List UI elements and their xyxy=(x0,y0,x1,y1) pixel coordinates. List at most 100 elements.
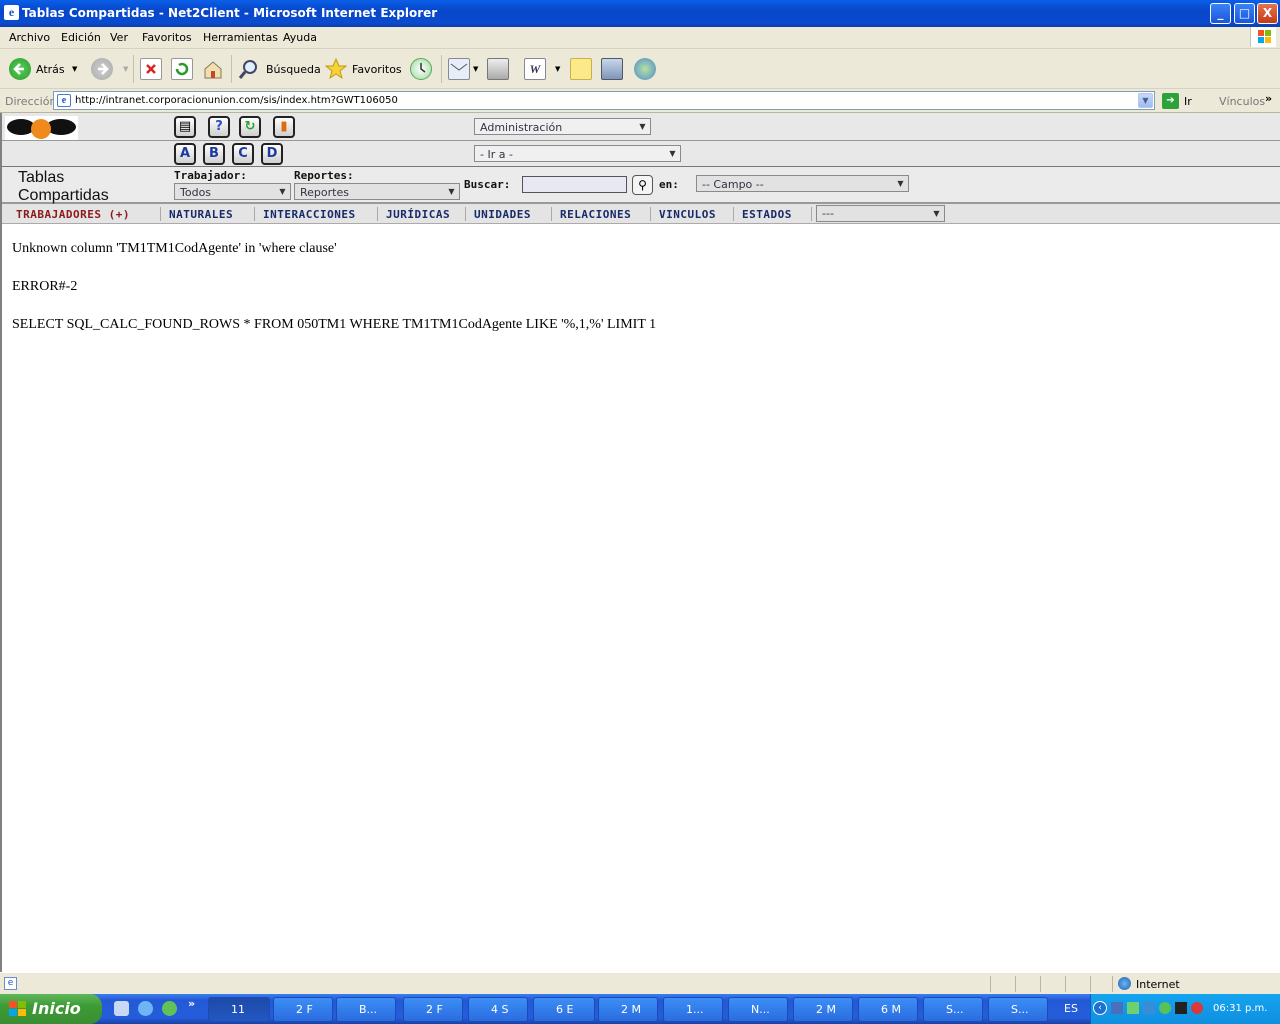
app-header-row3: Tablas Compartidas Trabajador: Todos ▼ Re… xyxy=(2,167,1280,204)
messenger-icon[interactable] xyxy=(634,58,656,80)
maximize-button[interactable]: □ xyxy=(1234,3,1255,24)
note-icon[interactable] xyxy=(570,58,592,80)
task-firefox-group[interactable]: 2 F xyxy=(273,997,333,1022)
security-icon[interactable] xyxy=(1191,1002,1203,1014)
address-dropdown-icon[interactable]: ▼ xyxy=(1138,93,1153,108)
reportes-select[interactable]: Reportes ▼ xyxy=(294,183,460,200)
menu-favoritos[interactable]: Favoritos xyxy=(142,31,192,44)
help-icon[interactable]: ? xyxy=(208,116,230,138)
tab-unidades[interactable]: UNIDADES xyxy=(474,208,531,221)
module-select[interactable]: Administración ▼ xyxy=(474,118,651,135)
page-title: Tablas Compartidas xyxy=(18,169,109,204)
tab-juridicas[interactable]: JURÍDICAS xyxy=(386,208,450,221)
back-dropdown-icon[interactable]: ▼ xyxy=(72,65,77,73)
close-button[interactable]: X xyxy=(1257,3,1278,24)
toolbar-divider xyxy=(133,55,134,83)
history-icon[interactable] xyxy=(410,58,432,80)
task-window[interactable]: S... xyxy=(923,997,983,1022)
address-input[interactable]: e http://intranet.corporacionunion.com/s… xyxy=(53,91,1155,110)
search-icon[interactable]: ⚲ xyxy=(632,175,653,195)
quicklaunch-ie-icon[interactable] xyxy=(138,1001,153,1016)
chevron-down-icon: ▼ xyxy=(448,187,455,196)
exit-icon[interactable]: ▮ xyxy=(273,116,295,138)
nav-more-select[interactable]: --- ▼ xyxy=(816,205,945,222)
minimize-button[interactable]: _ xyxy=(1210,3,1231,24)
edit-dropdown-icon[interactable]: ▼ xyxy=(555,65,560,73)
print-icon[interactable] xyxy=(487,58,509,80)
network-icon[interactable] xyxy=(1111,1002,1123,1014)
chevron-down-icon: ▼ xyxy=(669,149,676,158)
back-button-label[interactable]: Atrás xyxy=(36,63,65,76)
goto-select[interactable]: - Ir a - ▼ xyxy=(474,145,681,162)
search-icon[interactable] xyxy=(238,58,260,80)
tray-app-icon[interactable] xyxy=(1175,1002,1187,1014)
card-icon[interactable]: ▤ xyxy=(174,116,196,138)
language-indicator[interactable]: ES xyxy=(1064,1002,1078,1015)
tab-divider xyxy=(551,207,552,221)
tray-expand-icon[interactable]: ‹ xyxy=(1093,1001,1107,1015)
search-button-label[interactable]: Búsqueda xyxy=(266,63,321,76)
task-explorer-group[interactable]: 6 E xyxy=(533,997,595,1022)
window-titlebar[interactable]: e Tablas Compartidas - Net2Client - Micr… xyxy=(0,0,1280,27)
quicklaunch-app-icon[interactable] xyxy=(162,1001,177,1016)
menu-ayuda[interactable]: Ayuda xyxy=(283,31,317,44)
buscar-input[interactable] xyxy=(522,176,627,193)
task-window[interactable]: B... xyxy=(336,997,396,1022)
trabajador-select[interactable]: Todos ▼ xyxy=(174,183,291,200)
go-arrow-icon[interactable]: ➔ xyxy=(1162,93,1179,109)
tab-divider xyxy=(733,207,734,221)
letter-b-button[interactable]: B xyxy=(203,143,225,165)
links-label[interactable]: Vínculos xyxy=(1219,95,1265,108)
task-excel-group[interactable]: 2 M xyxy=(598,997,658,1022)
task-group[interactable]: 4 S xyxy=(468,997,528,1022)
menu-herramientas[interactable]: Herramientas xyxy=(203,31,278,44)
tab-estados[interactable]: ESTADOS xyxy=(742,208,792,221)
task-ie-group[interactable]: 11 xyxy=(208,997,270,1022)
tab-vinculos[interactable]: VINCULOS xyxy=(659,208,716,221)
edit-word-icon[interactable]: W xyxy=(524,58,546,80)
quicklaunch-desktop-icon[interactable] xyxy=(114,1001,129,1016)
stop-icon[interactable] xyxy=(140,58,162,80)
taskbar: Inicio » 11 2 F B... 2 F 4 S 6 E 2 M 1..… xyxy=(0,994,1280,1024)
quicklaunch-more-icon[interactable]: » xyxy=(188,997,195,1010)
tab-naturales[interactable]: NATURALES xyxy=(169,208,233,221)
refresh-icon[interactable] xyxy=(171,58,193,80)
favorites-star-icon[interactable] xyxy=(324,57,348,80)
forward-icon[interactable] xyxy=(91,58,113,80)
page-content: ▤ ? ↻ ▮ Administración ▼ A B C D - Ir a -… xyxy=(0,113,1280,972)
tab-interacciones[interactable]: INTERACCIONES xyxy=(263,208,356,221)
campo-select[interactable]: -- Campo -- ▼ xyxy=(696,175,909,192)
task-notepad[interactable]: N... xyxy=(728,997,788,1022)
favorites-button-label[interactable]: Favoritos xyxy=(352,63,402,76)
menu-archivo[interactable]: Archivo xyxy=(9,31,50,44)
task-word-group[interactable]: 2 M xyxy=(793,997,853,1022)
back-icon[interactable] xyxy=(9,58,31,80)
reload-icon[interactable]: ↻ xyxy=(239,116,261,138)
go-button[interactable]: Ir xyxy=(1184,95,1192,108)
menu-ver[interactable]: Ver xyxy=(110,31,128,44)
task-skype[interactable]: S... xyxy=(988,997,1048,1022)
nav-tabs: TRABAJADORES (+) NATURALES INTERACCIONES… xyxy=(2,204,1280,224)
task-group[interactable]: 2 F xyxy=(403,997,463,1022)
mail-icon[interactable] xyxy=(448,58,470,80)
letter-d-button[interactable]: D xyxy=(261,143,283,165)
forward-dropdown-icon[interactable]: ▼ xyxy=(123,65,128,73)
mail-dropdown-icon[interactable]: ▼ xyxy=(473,65,478,73)
links-chevron-icon[interactable]: » xyxy=(1265,92,1272,105)
letter-a-button[interactable]: A xyxy=(174,143,196,165)
home-icon[interactable] xyxy=(202,58,224,80)
status-divider xyxy=(1112,976,1113,992)
start-button[interactable]: Inicio xyxy=(0,994,102,1024)
tab-relaciones[interactable]: RELACIONES xyxy=(560,208,631,221)
tab-divider xyxy=(811,207,812,221)
task-window[interactable]: 1... xyxy=(663,997,723,1022)
menu-edicion[interactable]: Edición xyxy=(61,31,101,44)
antivirus-icon[interactable] xyxy=(1127,1002,1139,1014)
task-messenger-group[interactable]: 6 M xyxy=(858,997,918,1022)
tray-app-icon[interactable] xyxy=(1143,1002,1155,1014)
tab-trabajadores[interactable]: TRABAJADORES (+) xyxy=(16,208,130,221)
research-icon[interactable] xyxy=(601,58,623,80)
letter-c-button[interactable]: C xyxy=(232,143,254,165)
clock[interactable]: 06:31 p.m. xyxy=(1213,1003,1267,1014)
messenger-tray-icon[interactable] xyxy=(1159,1002,1171,1014)
